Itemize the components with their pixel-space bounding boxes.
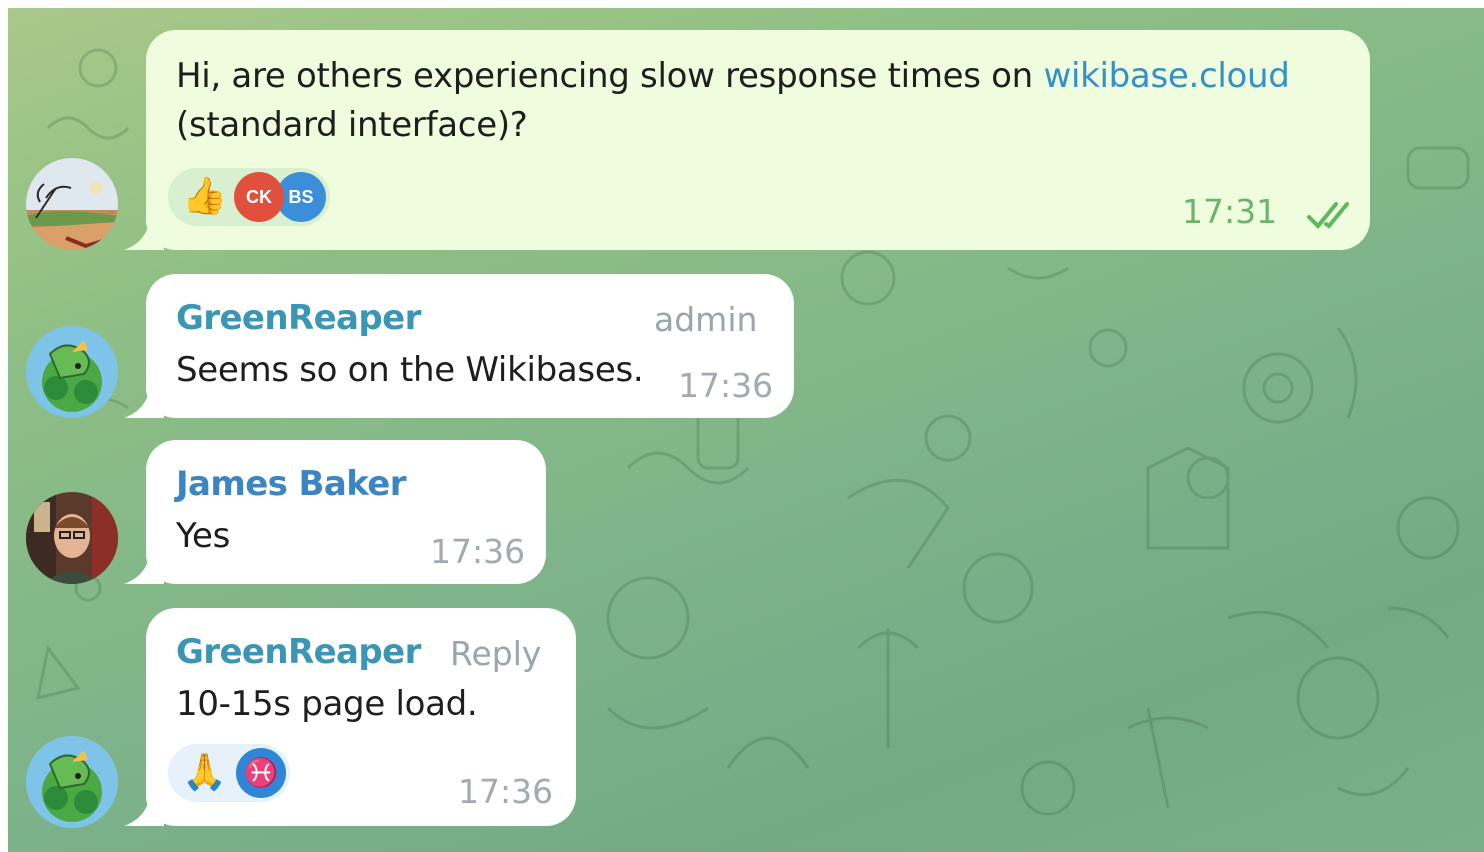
message-bubble-incoming[interactable]: GreenReaper Reply 10-15s page load. 🙏 ♓ … [124,608,576,826]
reaction-pray[interactable]: 🙏 ♓ [168,744,290,802]
sender-name[interactable]: GreenReaper [176,632,421,672]
message-time: 17:31 [1182,192,1278,231]
avatar-landscape-icon [26,158,118,250]
message-bubble-incoming[interactable]: James Baker Yes 17:36 [124,440,546,584]
bubble-tail [124,388,164,418]
reply-button[interactable]: Reply [450,634,541,673]
message-text: Yes [176,516,230,556]
sender-name[interactable]: GreenReaper [176,298,421,338]
message-time: 17:36 [678,366,774,405]
bubble-tail [124,220,164,250]
admin-badge: admin [654,300,758,339]
chat-area: Hi, are others experiencing slow respons… [8,8,1484,852]
avatar-landscape[interactable] [26,158,118,250]
message-time: 17:36 [430,532,526,571]
message-time: 17:36 [458,772,554,811]
reaction-thumbs-up[interactable]: 👍 BS CK [168,168,330,226]
pray-icon: 🙏 [182,752,227,793]
double-check-icon [1307,202,1349,229]
message-link[interactable]: wikibase.cloud [1043,56,1289,96]
avatar-greenreaper[interactable] [26,326,118,418]
message-bubble-incoming[interactable]: GreenReaper admin Seems so on the Wikiba… [124,274,794,418]
thumbs-up-icon: 👍 [182,176,227,217]
message-text: Hi, are others experiencing slow respons… [176,56,1290,145]
avatar-dragon-icon [26,736,118,828]
message-text: 10-15s page load. [176,684,478,724]
bubble-tail [124,796,164,826]
sender-name[interactable]: James Baker [176,464,407,504]
avatar-dragon-icon [26,326,118,418]
message-bubble-outgoing[interactable]: Hi, are others experiencing slow respons… [124,30,1370,250]
reaction-user-avatar: ♓ [236,748,286,798]
avatar-greenreaper[interactable] [26,736,118,828]
avatar-james-baker[interactable] [26,492,118,584]
reaction-user-avatar: CK [234,172,284,222]
message-text: Seems so on the Wikibases. [176,350,644,390]
avatar-photo-icon [26,492,118,584]
bubble-tail [124,554,164,584]
